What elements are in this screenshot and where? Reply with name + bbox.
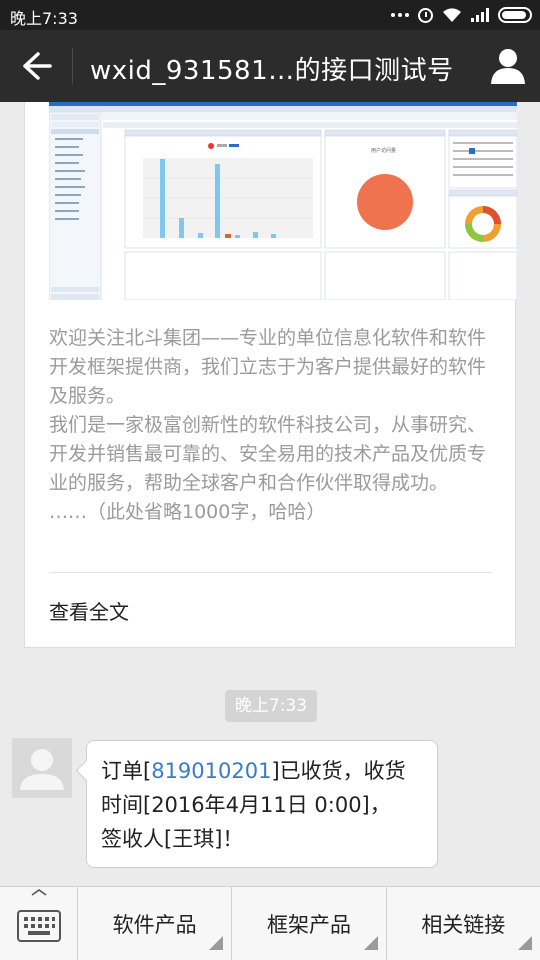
message-text-part: 订单[ bbox=[101, 759, 152, 783]
article-paragraph: ……（此处省略1000字，哈哈） bbox=[49, 501, 326, 523]
avatar[interactable] bbox=[12, 738, 72, 798]
card-divider bbox=[49, 572, 493, 573]
wifi-icon bbox=[443, 8, 461, 22]
status-icons bbox=[391, 6, 532, 24]
more-dots-icon bbox=[391, 13, 409, 17]
read-more-link[interactable]: 查看全文 bbox=[49, 596, 129, 625]
battery-icon bbox=[498, 7, 532, 23]
message-text-part: 签收人[王琪]！ bbox=[101, 827, 244, 851]
submenu-indicator-icon bbox=[209, 936, 224, 950]
message-text-part: 时间[2016年4月11日 0:00]， bbox=[101, 793, 391, 817]
keyboard-toggle-button[interactable] bbox=[0, 887, 78, 960]
message-bubble[interactable]: 订单[819010201]已收货，收货 时间[2016年4月11日 0:00]，… bbox=[86, 740, 438, 868]
submenu-indicator-icon bbox=[517, 936, 532, 950]
menu-item-label: 软件产品 bbox=[112, 912, 197, 937]
article-summary: 欢迎关注北斗集团——专业的单位信息化软件和软件开发框架提供商，我们立志于为客户提… bbox=[49, 324, 497, 527]
arrow-left-icon bbox=[23, 52, 52, 80]
cover-chart-caption: 用户访问量 bbox=[371, 147, 396, 154]
bottom-menu-bar: 软件产品 框架产品 相关链接 bbox=[0, 886, 540, 960]
profile-button[interactable] bbox=[486, 44, 530, 88]
submenu-indicator-icon bbox=[363, 936, 378, 950]
message-text: 订单[819010201]已收货，收货 时间[2016年4月11日 0:00]，… bbox=[101, 754, 431, 856]
back-button[interactable] bbox=[14, 46, 58, 86]
title-divider bbox=[72, 48, 73, 84]
person-icon bbox=[491, 49, 525, 84]
chat-title: wxid_931581…的接口测试号 bbox=[90, 56, 454, 86]
menu-item-label: 相关链接 bbox=[421, 912, 506, 937]
menu-framework-products[interactable]: 框架产品 bbox=[232, 887, 387, 960]
alarm-icon bbox=[418, 7, 433, 23]
default-avatar-icon bbox=[20, 749, 64, 790]
status-time: 晚上7:33 bbox=[10, 9, 78, 28]
keyboard-icon bbox=[17, 889, 61, 942]
menu-software-products[interactable]: 软件产品 bbox=[78, 887, 233, 960]
dashboard-screenshot: 用户访问量 bbox=[49, 102, 517, 300]
title-bar: wxid_931581…的接口测试号 bbox=[0, 30, 540, 102]
message-timestamp: 晚上7:33 bbox=[225, 690, 317, 722]
order-number-link[interactable]: 819010201 bbox=[151, 759, 271, 783]
article-paragraph: 欢迎关注北斗集团——专业的单位信息化软件和软件开发框架提供商，我们立志于为客户提… bbox=[49, 327, 487, 407]
signal-icon bbox=[471, 8, 489, 22]
status-bar: 晚上7:33 bbox=[0, 0, 540, 30]
message-text-part: ]已收货，收货 bbox=[271, 759, 406, 783]
menu-item-label: 框架产品 bbox=[266, 912, 351, 937]
menu-related-links[interactable]: 相关链接 bbox=[387, 887, 540, 960]
article-cover-image[interactable]: 用户访问量 bbox=[49, 102, 517, 300]
article-paragraph: 我们是一家极富创新性的软件科技公司，从事研究、开发并销售最可靠的、安全易用的技术… bbox=[49, 414, 487, 494]
article-card[interactable]: 用户访问量 欢迎关注北斗集团——专业的单位信息化软件和软件开发框架提供商，我们立… bbox=[24, 102, 517, 648]
